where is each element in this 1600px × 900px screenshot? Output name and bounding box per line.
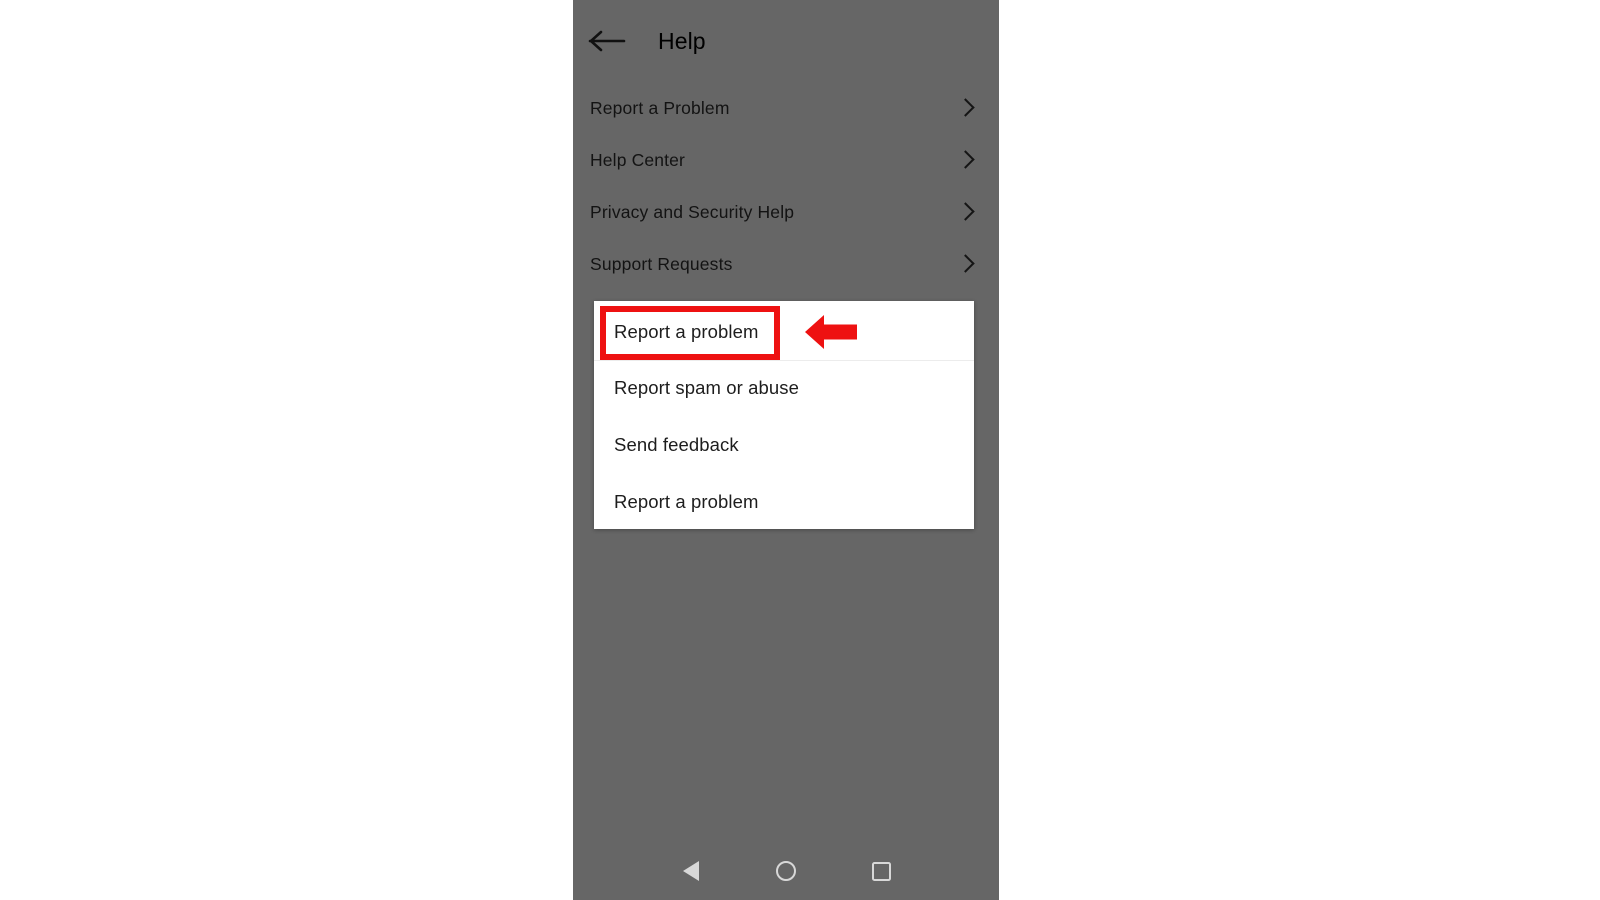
nav-home-button[interactable] <box>769 854 803 888</box>
android-navigation-bar <box>573 842 999 900</box>
help-list-item-report-a-problem[interactable]: Report a Problem <box>573 82 999 134</box>
nav-recents-button[interactable] <box>864 854 898 888</box>
help-list-item-label: Privacy and Security Help <box>590 201 795 222</box>
chevron-right-icon <box>958 149 972 171</box>
chevron-right-icon <box>958 201 972 223</box>
help-list-item-support-requests[interactable]: Support Requests <box>573 238 999 290</box>
app-bar: Help <box>573 0 999 82</box>
screenshot-canvas: Help Report a Problem Help Center Privac… <box>0 0 1600 900</box>
circle-icon <box>775 861 796 881</box>
help-list-item-label: Support Requests <box>590 253 733 274</box>
arrow-left-icon[interactable] <box>588 27 630 55</box>
chevron-right-icon <box>958 253 972 275</box>
chevron-right-icon <box>958 97 972 119</box>
menu-divider <box>594 360 974 361</box>
help-list-item-label: Report a Problem <box>590 97 730 118</box>
popup-menu: Report a problem Report spam or abuse Se… <box>594 301 974 529</box>
menu-item-report-a-problem[interactable]: Report a problem <box>594 321 974 343</box>
help-list: Report a Problem Help Center Privacy and… <box>573 82 999 290</box>
triangle-left-icon <box>682 861 699 881</box>
square-icon <box>871 861 891 881</box>
page-title: Help <box>658 28 706 54</box>
help-list-item-privacy-and-security-help[interactable]: Privacy and Security Help <box>573 186 999 238</box>
help-list-item-help-center[interactable]: Help Center <box>573 134 999 186</box>
help-list-item-label: Help Center <box>590 149 686 170</box>
menu-item-send-feedback[interactable]: Send feedback <box>594 434 974 456</box>
menu-item-report-a-problem-secondary[interactable]: Report a problem <box>594 491 974 513</box>
menu-item-report-spam-or-abuse[interactable]: Report spam or abuse <box>594 377 974 399</box>
nav-back-button[interactable] <box>674 854 708 888</box>
